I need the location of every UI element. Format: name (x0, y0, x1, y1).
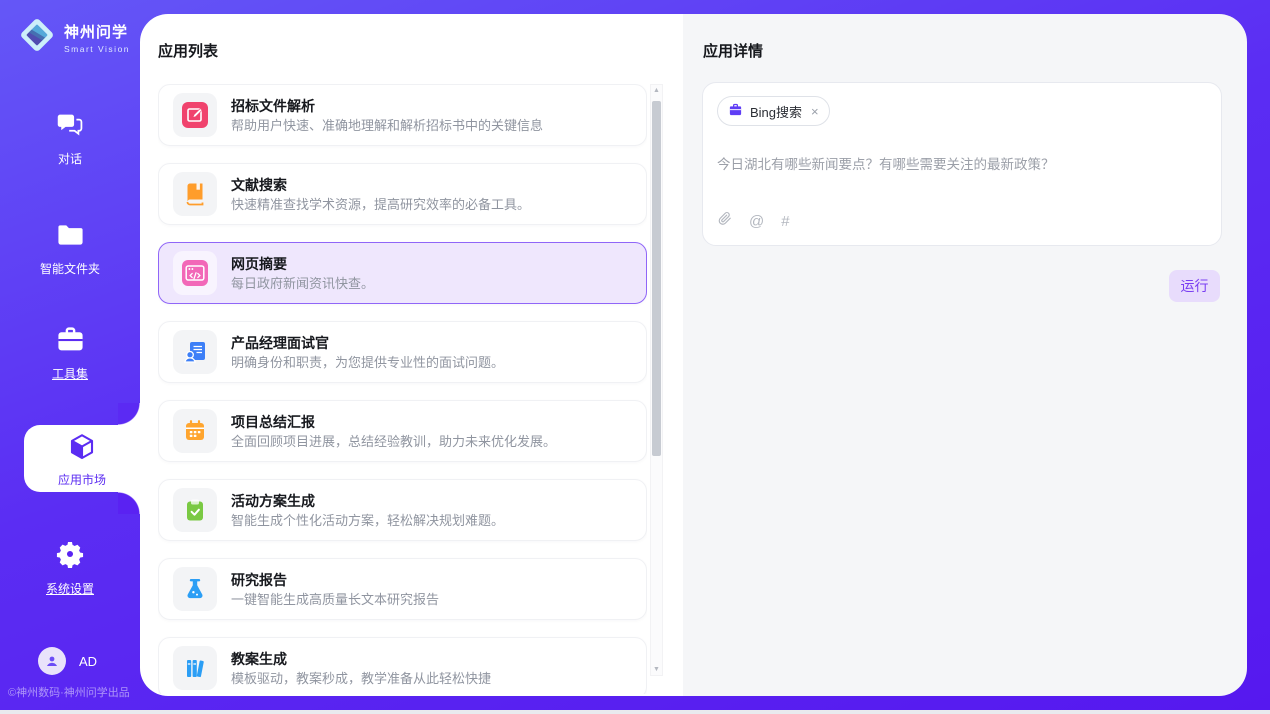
app-card[interactable]: 文献搜索 快速精准查找学术资源，提高研究效率的必备工具。 (158, 163, 647, 225)
app-card[interactable]: 教案生成 模板驱动，教案秒成，教学准备从此轻松快捷 (158, 637, 647, 694)
folder-icon (56, 235, 85, 252)
window-code-icon (173, 251, 217, 295)
app-card-title: 文献搜索 (231, 178, 530, 192)
app-card[interactable]: 招标文件解析 帮助用户快速、准确地理解和解析招标书中的关键信息 (158, 84, 647, 146)
app-card-desc: 模板驱动，教案秒成，教学准备从此轻松快捷 (231, 672, 491, 685)
sidebar-item-label: 智能文件夹 (0, 260, 140, 277)
sidebar: 神州问学 Smart Vision 对话 智能文件夹 工具集 (0, 0, 140, 710)
app-card-title: 研究报告 (231, 573, 439, 587)
sidebar-item-smart-folder[interactable]: 智能文件夹 (0, 222, 140, 277)
scrollbar-thumb[interactable] (652, 101, 661, 456)
paperclip-icon[interactable] (718, 210, 732, 232)
sidebar-item-app-market[interactable]: 应用市场 (24, 425, 140, 492)
briefcase-icon (728, 102, 743, 120)
sidebar-item-toolset[interactable]: 工具集 (0, 326, 140, 382)
bottom-strip (0, 710, 1270, 714)
pencil-square-icon (173, 93, 217, 137)
app-card-desc: 全面回顾项目进展，总结经验教训，助力未来优化发展。 (231, 435, 556, 448)
scroll-down-icon[interactable]: ▼ (651, 666, 662, 673)
flask-icon (173, 567, 217, 611)
app-card[interactable]: 产品经理面试官 明确身份和职责，为您提供专业性的面试问题。 (158, 321, 647, 383)
app-card-title: 产品经理面试官 (231, 336, 504, 350)
mention-icon[interactable]: @ (749, 213, 764, 230)
interviewer-icon (173, 330, 217, 374)
app-card-desc: 每日政府新闻资讯快查。 (231, 277, 374, 290)
prompt-input-card[interactable]: Bing搜索 × 今日湖北有哪些新闻要点？有哪些需要关注的最新政策？ @ # (702, 82, 1222, 246)
app-detail-title: 应用详情 (703, 40, 763, 61)
sidebar-item-settings[interactable]: 系统设置 (0, 540, 140, 597)
sidebar-footer: ©神州数码·神州问学出品 (8, 684, 130, 700)
run-button[interactable]: 运行 (1169, 270, 1220, 302)
sidebar-item-label: 应用市场 (24, 471, 140, 488)
app-list-title: 应用列表 (158, 40, 218, 61)
app-card-desc: 快速精准查找学术资源，提高研究效率的必备工具。 (231, 198, 530, 211)
brand: 神州问学 Smart Vision (18, 16, 130, 59)
user-account[interactable]: AD (38, 647, 97, 675)
person-icon (44, 653, 60, 669)
book-icon (173, 172, 217, 216)
books-icon (173, 646, 217, 690)
chip-close-icon[interactable]: × (811, 104, 819, 119)
app-card-desc: 帮助用户快速、准确地理解和解析招标书中的关键信息 (231, 119, 543, 132)
app-card-desc: 智能生成个性化活动方案，轻松解决规划难题。 (231, 514, 504, 527)
sidebar-item-label: 对话 (0, 150, 140, 167)
app-card-desc: 一键智能生成高质量长文本研究报告 (231, 593, 439, 606)
app-list-panel: 应用列表 招标文件解析 帮助用户快速、准确地理解和解析招标书中的关键信息 文献搜… (140, 14, 683, 696)
attachment-toolbar: @ # (718, 210, 790, 232)
app-list-scrollbar[interactable]: ▲ ▼ (650, 84, 663, 676)
main-content: 应用列表 招标文件解析 帮助用户快速、准确地理解和解析招标书中的关键信息 文献搜… (140, 14, 1247, 696)
app-card-title: 网页摘要 (231, 257, 374, 271)
gear-icon (56, 555, 84, 572)
app-card-title: 活动方案生成 (231, 494, 504, 508)
brand-logo-icon (18, 16, 56, 59)
hash-icon[interactable]: # (781, 213, 789, 230)
sidebar-item-label: 系统设置 (0, 580, 140, 597)
toolbox-icon (56, 340, 85, 357)
tool-chip-label: Bing搜索 (750, 102, 802, 121)
app-card-title: 教案生成 (231, 652, 491, 666)
app-card[interactable]: 活动方案生成 智能生成个性化活动方案，轻松解决规划难题。 (158, 479, 647, 541)
app-card[interactable]: 网页摘要 每日政府新闻资讯快查。 (158, 242, 647, 304)
app-card[interactable]: 项目总结汇报 全面回顾项目进展，总结经验教训，助力未来优化发展。 (158, 400, 647, 462)
brand-name: 神州问学 (64, 24, 128, 41)
tool-chip-bing-search[interactable]: Bing搜索 × (717, 96, 830, 126)
app-card[interactable]: 研究报告 一键智能生成高质量长文本研究报告 (158, 558, 647, 620)
brand-subtitle: Smart Vision (64, 44, 130, 54)
prompt-text[interactable]: 今日湖北有哪些新闻要点？有哪些需要关注的最新政策？ (717, 153, 1207, 173)
avatar[interactable] (38, 647, 66, 675)
sidebar-item-label: 工具集 (0, 365, 140, 382)
scroll-up-icon[interactable]: ▲ (651, 87, 662, 94)
app-card-desc: 明确身份和职责，为您提供专业性的面试问题。 (231, 356, 504, 369)
app-card-title: 招标文件解析 (231, 99, 543, 113)
app-list: 招标文件解析 帮助用户快速、准确地理解和解析招标书中的关键信息 文献搜索 快速精… (158, 84, 647, 694)
sidebar-item-chat[interactable]: 对话 (0, 110, 140, 167)
cube-icon (67, 449, 97, 466)
app-card-title: 项目总结汇报 (231, 415, 556, 429)
user-name: AD (79, 654, 97, 669)
calendar-icon (173, 409, 217, 453)
app-detail-panel: 应用详情 Bing搜索 × 今日湖北有哪些新闻要点？有哪些需要关注的最新政策？ (683, 14, 1247, 696)
chat-icon (56, 125, 84, 142)
clipboard-check-icon (173, 488, 217, 532)
